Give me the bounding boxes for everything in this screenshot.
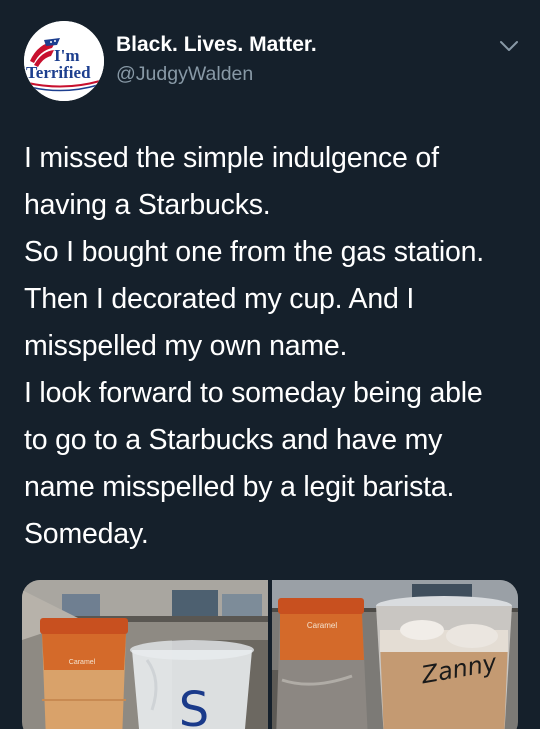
cup-letter: S [179,682,209,729]
tweet-line: So I bought one from the gas station. [24,236,484,268]
cup-label-1: Caramel [69,659,96,666]
tweet-line: I look forward to someday being able [24,377,483,409]
avatar-text-2: Terrified [26,63,91,82]
tweet-line: to go to a Starbucks and have my [24,424,443,456]
photo-2[interactable]: Caramel Zanny [272,580,518,729]
tweet-line: misspelled my own name. [24,330,348,362]
tweet-line: having a Starbucks. [24,189,271,221]
avatar[interactable]: I'm Terrified [24,21,104,101]
cup-label-2: Caramel [307,621,337,630]
tweet-line: I missed the simple indulgence of [24,142,439,174]
photo-1[interactable]: Caramel S [22,580,268,729]
tweet-text: I missed the simple indulgence of having… [24,135,524,558]
tweet-media: Caramel S Caramel Zanny [22,580,518,729]
avatar-image: I'm Terrified [24,21,104,101]
tweet-line: Then I decorated my cup. And I [24,283,415,315]
chevron-down-icon[interactable] [496,36,522,56]
user-handle[interactable]: @JudgyWalden [116,63,253,86]
tweet-line: Someday. [24,518,149,550]
tweet-line: name misspelled by a legit barista. [24,471,455,503]
tweet: I'm Terrified Black. Lives. Matter. @Jud… [0,0,540,729]
display-name[interactable]: Black. Lives. Matter. [116,33,317,57]
